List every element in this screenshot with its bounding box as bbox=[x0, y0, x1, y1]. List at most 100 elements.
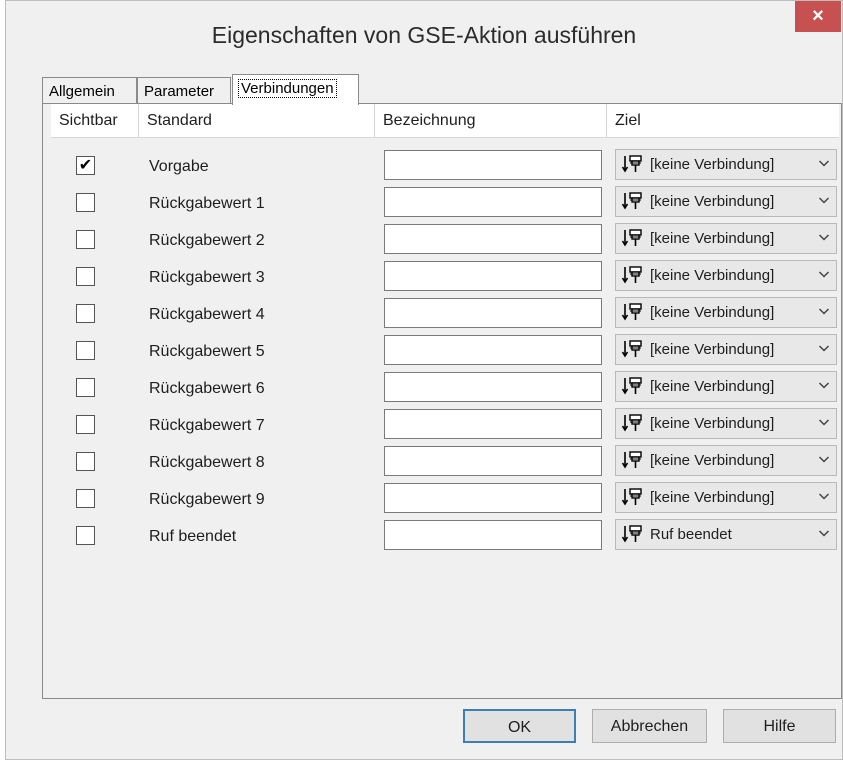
chevron-down-icon bbox=[818, 341, 830, 355]
chevron-down-icon bbox=[818, 193, 830, 207]
ok-button[interactable]: OK bbox=[463, 709, 576, 743]
table-row: Rückgabewert 6 [keine Verbindung] bbox=[51, 370, 839, 406]
ziel-dropdown[interactable]: [keine Verbindung] bbox=[615, 260, 837, 291]
ziel-value: Ruf beendet bbox=[650, 526, 732, 543]
connection-target-icon bbox=[621, 338, 643, 360]
table-row: Rückgabewert 7 [keine Verbindung] bbox=[51, 407, 839, 443]
bezeichnung-input[interactable] bbox=[384, 224, 602, 254]
ziel-value: [keine Verbindung] bbox=[650, 489, 775, 506]
table-header: Sichtbar Standard Bezeichnung Ziel bbox=[51, 104, 839, 138]
bezeichnung-input[interactable] bbox=[384, 187, 602, 217]
sichtbar-checkbox[interactable] bbox=[76, 526, 95, 545]
standard-label: Rückgabewert 1 bbox=[149, 195, 265, 212]
ziel-value: [keine Verbindung] bbox=[650, 156, 775, 173]
column-header-sichtbar[interactable]: Sichtbar bbox=[51, 104, 139, 138]
ziel-dropdown[interactable]: [keine Verbindung] bbox=[615, 149, 837, 180]
tab-label: Parameter bbox=[144, 83, 215, 100]
title-bar: Eigenschaften von GSE-Aktion ausführen × bbox=[6, 1, 842, 74]
table-row: Rückgabewert 5 [keine Verbindung] bbox=[51, 333, 839, 369]
connection-target-icon bbox=[621, 523, 643, 545]
tab-verbindungen[interactable]: Verbindungen bbox=[232, 74, 359, 105]
chevron-down-icon bbox=[818, 267, 830, 281]
ziel-dropdown[interactable]: [keine Verbindung] bbox=[615, 408, 837, 439]
chevron-down-icon bbox=[818, 415, 830, 429]
ziel-value: [keine Verbindung] bbox=[650, 193, 775, 210]
ziel-dropdown[interactable]: [keine Verbindung] bbox=[615, 186, 837, 217]
close-button[interactable]: × bbox=[795, 1, 841, 32]
sichtbar-checkbox[interactable] bbox=[76, 489, 95, 508]
ziel-value: [keine Verbindung] bbox=[650, 452, 775, 469]
standard-label: Rückgabewert 8 bbox=[149, 454, 265, 471]
chevron-down-icon bbox=[818, 230, 830, 244]
standard-label: Ruf beendet bbox=[149, 528, 237, 545]
bezeichnung-input[interactable] bbox=[384, 150, 602, 180]
standard-label: Rückgabewert 5 bbox=[149, 343, 265, 360]
standard-label: Rückgabewert 4 bbox=[149, 306, 265, 323]
table-row: Rückgabewert 2 [keine Verbindung] bbox=[51, 222, 839, 258]
table-row: Rückgabewert 1 [keine Verbindung] bbox=[51, 185, 839, 221]
connection-target-icon bbox=[621, 153, 643, 175]
bezeichnung-input[interactable] bbox=[384, 298, 602, 328]
standard-label: Vorgabe bbox=[149, 158, 209, 175]
column-header-ziel[interactable]: Ziel bbox=[607, 104, 839, 138]
connection-target-icon bbox=[621, 190, 643, 212]
ziel-dropdown[interactable]: [keine Verbindung] bbox=[615, 223, 837, 254]
chevron-down-icon bbox=[818, 378, 830, 392]
column-header-bezeichnung[interactable]: Bezeichnung bbox=[375, 104, 607, 138]
bezeichnung-input[interactable] bbox=[384, 372, 602, 402]
ziel-value: [keine Verbindung] bbox=[650, 341, 775, 358]
standard-label: Rückgabewert 3 bbox=[149, 269, 265, 286]
cancel-button[interactable]: Abbrechen bbox=[592, 709, 707, 743]
standard-label: Rückgabewert 2 bbox=[149, 232, 265, 249]
table-row: Rückgabewert 8 [keine Verbindung] bbox=[51, 444, 839, 480]
table-row: Rückgabewert 9 [keine Verbindung] bbox=[51, 481, 839, 517]
table-row: Rückgabewert 3 [keine Verbindung] bbox=[51, 259, 839, 295]
chevron-down-icon bbox=[818, 489, 830, 503]
tab-panel-verbindungen: Sichtbar Standard Bezeichnung Ziel ✔ Vorg… bbox=[42, 103, 842, 699]
sichtbar-checkbox[interactable] bbox=[76, 304, 95, 323]
table-row: Rückgabewert 4 [keine Verbindung] bbox=[51, 296, 839, 332]
ziel-value: [keine Verbindung] bbox=[650, 415, 775, 432]
column-header-standard[interactable]: Standard bbox=[139, 104, 375, 138]
connection-target-icon bbox=[621, 486, 643, 508]
connection-target-icon bbox=[621, 412, 643, 434]
bezeichnung-input[interactable] bbox=[384, 335, 602, 365]
tab-label: Verbindungen bbox=[238, 79, 337, 98]
bezeichnung-input[interactable] bbox=[384, 446, 602, 476]
help-button[interactable]: Hilfe bbox=[723, 709, 836, 743]
sichtbar-checkbox[interactable] bbox=[76, 452, 95, 471]
bezeichnung-input[interactable] bbox=[384, 520, 602, 550]
sichtbar-checkbox[interactable] bbox=[76, 193, 95, 212]
ziel-value: [keine Verbindung] bbox=[650, 304, 775, 321]
tab-parameter[interactable]: Parameter bbox=[137, 77, 231, 105]
ziel-dropdown[interactable]: [keine Verbindung] bbox=[615, 297, 837, 328]
ziel-dropdown[interactable]: Ruf beendet bbox=[615, 519, 837, 550]
bezeichnung-input[interactable] bbox=[384, 483, 602, 513]
ziel-value: [keine Verbindung] bbox=[650, 267, 775, 284]
bezeichnung-input[interactable] bbox=[384, 409, 602, 439]
ziel-dropdown[interactable]: [keine Verbindung] bbox=[615, 482, 837, 513]
sichtbar-checkbox[interactable] bbox=[76, 415, 95, 434]
ziel-value: [keine Verbindung] bbox=[650, 378, 775, 395]
chevron-down-icon bbox=[818, 156, 830, 170]
chevron-down-icon bbox=[818, 526, 830, 540]
bezeichnung-input[interactable] bbox=[384, 261, 602, 291]
ziel-dropdown[interactable]: [keine Verbindung] bbox=[615, 334, 837, 365]
standard-label: Rückgabewert 7 bbox=[149, 417, 265, 434]
dialog-window: Eigenschaften von GSE-Aktion ausführen ×… bbox=[5, 0, 843, 760]
tab-allgemein[interactable]: Allgemein bbox=[42, 77, 137, 105]
sichtbar-checkbox[interactable] bbox=[76, 378, 95, 397]
sichtbar-checkbox[interactable] bbox=[76, 341, 95, 360]
sichtbar-checkbox[interactable]: ✔ bbox=[76, 156, 95, 175]
table-row: Ruf beendet Ruf beendet bbox=[51, 518, 839, 554]
connection-target-icon bbox=[621, 301, 643, 323]
connection-target-icon bbox=[621, 449, 643, 471]
chevron-down-icon bbox=[818, 304, 830, 318]
ziel-dropdown[interactable]: [keine Verbindung] bbox=[615, 371, 837, 402]
sichtbar-checkbox[interactable] bbox=[76, 267, 95, 286]
sichtbar-checkbox[interactable] bbox=[76, 230, 95, 249]
ziel-value: [keine Verbindung] bbox=[650, 230, 775, 247]
connection-target-icon bbox=[621, 227, 643, 249]
connection-target-icon bbox=[621, 375, 643, 397]
ziel-dropdown[interactable]: [keine Verbindung] bbox=[615, 445, 837, 476]
